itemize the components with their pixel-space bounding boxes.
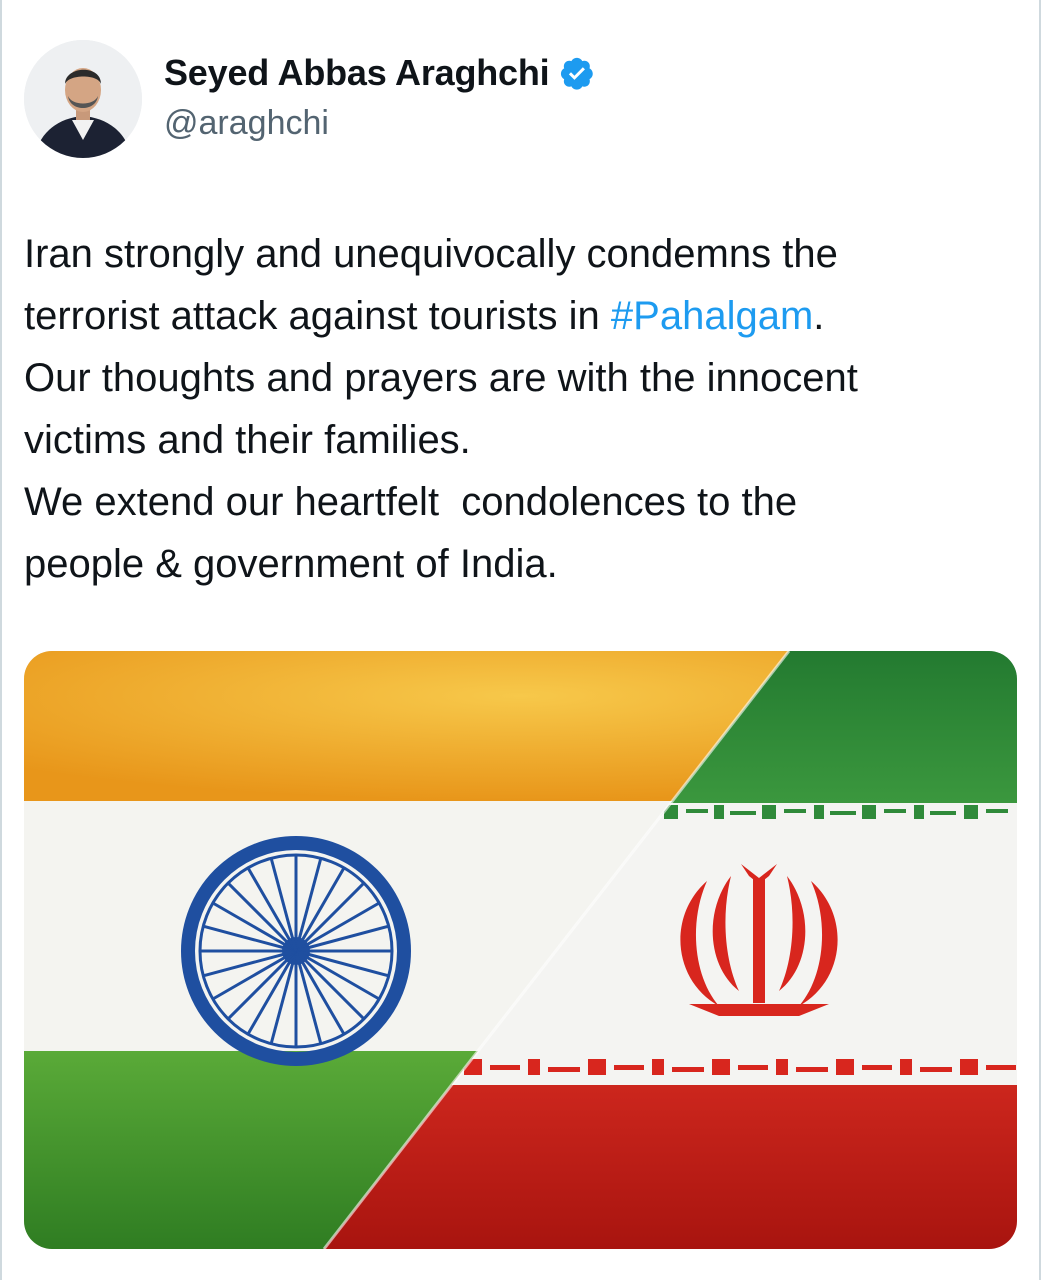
- tweet-line: people & government of India.: [24, 542, 558, 586]
- user-handle[interactable]: @araghchi: [164, 104, 595, 143]
- verified-badge-icon: [559, 55, 595, 91]
- hashtag-link[interactable]: #Pahalgam: [611, 294, 813, 338]
- tweet-line: victims and their families.: [24, 418, 471, 462]
- tweet-line: Our thoughts and prayers are with the in…: [24, 356, 858, 400]
- tweet-line: We extend our heartfelt condolences to t…: [24, 480, 798, 524]
- frame-border-left: [0, 0, 2, 1280]
- display-name[interactable]: Seyed Abbas Araghchi: [164, 52, 550, 94]
- tweet-header: Seyed Abbas Araghchi @araghchi: [24, 40, 1014, 160]
- tweet-media-image[interactable]: [24, 651, 1017, 1249]
- tweet-line: terrorist attack against tourists in #Pa…: [24, 285, 1014, 347]
- tweet-text-segment: terrorist attack against tourists in: [24, 294, 611, 338]
- ashoka-chakra-icon: [181, 836, 411, 1066]
- avatar-portrait-icon: [24, 40, 142, 158]
- india-iran-flag-image: [24, 651, 1017, 1249]
- tweet-body: Iran strongly and unequivocally condemns…: [24, 223, 1014, 595]
- tweet-text-segment: .: [813, 294, 825, 338]
- tweet-line: Iran strongly and unequivocally condemns…: [24, 232, 838, 276]
- avatar[interactable]: [24, 40, 142, 158]
